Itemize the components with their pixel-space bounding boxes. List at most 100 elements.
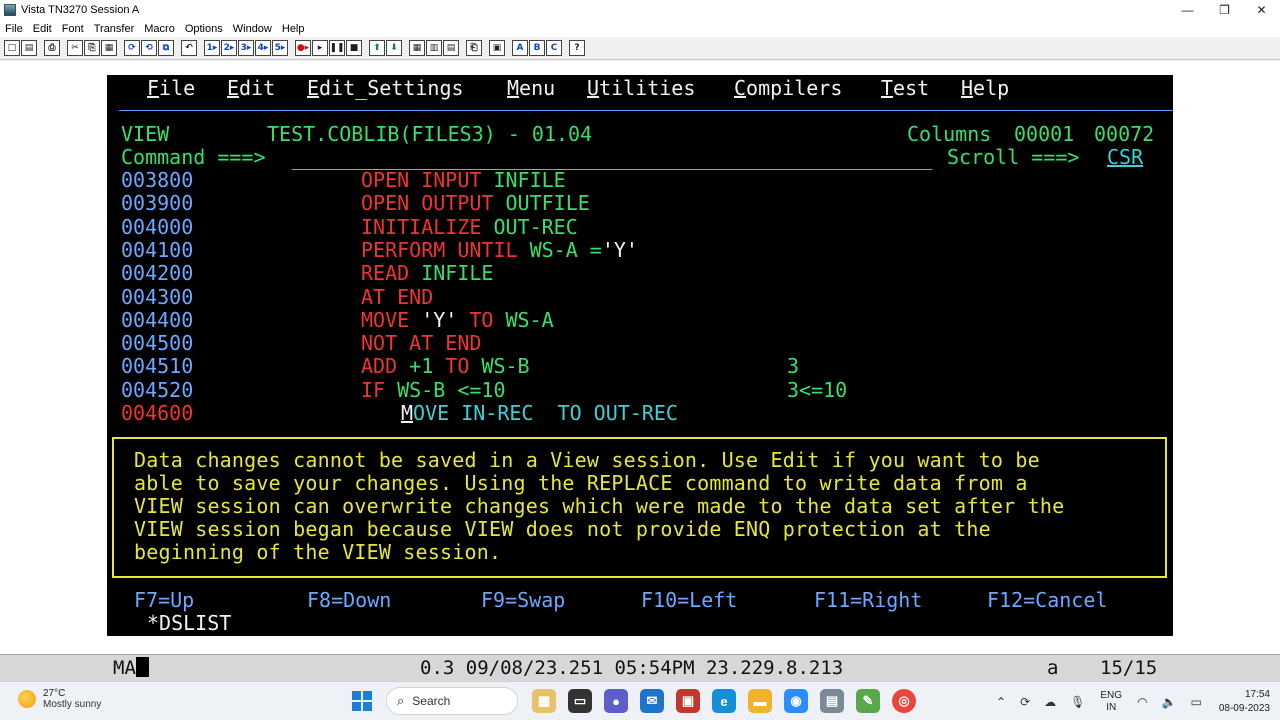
menu-edit[interactable]: Edit (33, 23, 52, 35)
toolbar-button-icon[interactable]: ■ (346, 40, 362, 56)
microphone-icon[interactable]: 🎙 (1070, 695, 1085, 709)
toolbar-button-icon[interactable]: A (512, 40, 528, 56)
fkey-f10-left[interactable]: F10=Left (641, 588, 737, 612)
edge-icon[interactable]: e (712, 689, 736, 713)
toolbar-button-icon[interactable]: ⬇ (386, 40, 402, 56)
code-line[interactable]: 003900 OPEN OUTPUT OUTFILE (107, 191, 1173, 215)
fkey-f9-swap[interactable]: F9=Swap (481, 588, 565, 612)
task-view-icon[interactable]: ▭ (568, 689, 592, 713)
chrome-icon[interactable]: ◎ (892, 689, 916, 713)
toolbar-button-icon[interactable]: ⎙ (44, 40, 60, 56)
ispf-menu-edit-settings[interactable]: Edit_Settings (307, 76, 464, 100)
fkey-f7-up[interactable]: F7=Up (134, 588, 194, 612)
toolbar-button-icon[interactable]: □ (4, 40, 20, 56)
toolbar-button-icon[interactable]: B (529, 40, 545, 56)
toolbar-button-icon[interactable]: 3▸ (238, 40, 254, 56)
code-line[interactable]: 003800 OPEN INPUT INFILE (107, 168, 1173, 192)
toolbar-button-icon[interactable]: 4▸ (255, 40, 271, 56)
close-button[interactable]: ✕ (1243, 0, 1280, 20)
sync-icon[interactable]: ⟳ (1020, 695, 1030, 709)
chevron-up-icon[interactable]: ⌃ (996, 695, 1006, 709)
toolbar-button-icon[interactable]: ▸ (312, 40, 328, 56)
toolbar-button-icon[interactable]: ▦ (409, 40, 425, 56)
code-line[interactable]: 004400 MOVE 'Y' TO WS-A (107, 308, 1173, 332)
file-explorer-icon[interactable]: ▬ (748, 689, 772, 713)
toolbar-button-icon[interactable]: ↶ (181, 40, 197, 56)
widgets-icon[interactable]: ▦ (532, 689, 556, 713)
menu-file[interactable]: File (5, 23, 23, 35)
windows-start-icon[interactable] (352, 691, 372, 711)
line-number[interactable]: 004600 (121, 401, 193, 425)
line-number[interactable]: 004200 (121, 261, 193, 285)
toolbar-button-icon[interactable]: ⬆ (369, 40, 385, 56)
zoom-icon[interactable]: ◉ (784, 689, 808, 713)
toolbar-button-icon[interactable]: ⎘ (84, 40, 100, 56)
toolbar-button-icon[interactable]: ⟳ (124, 40, 140, 56)
weather-widget[interactable]: 27°C Mostly sunny (18, 688, 101, 710)
ispf-menu-utilities[interactable]: Utilities (587, 76, 695, 100)
fkey-f12-cancel[interactable]: F12=Cancel (987, 588, 1107, 612)
fkey-f8-down[interactable]: F8=Down (307, 588, 391, 612)
scroll-value-field[interactable]: CSR (1107, 145, 1143, 169)
menu-macro[interactable]: Macro (144, 23, 175, 35)
code-line[interactable]: 004500 NOT AT END (107, 331, 1173, 355)
line-number[interactable]: 004100 (121, 238, 193, 262)
code-line[interactable]: 004200 READ INFILE (107, 261, 1173, 285)
menu-window[interactable]: Window (233, 23, 272, 35)
line-number[interactable]: 004000 (121, 215, 193, 239)
code-line[interactable]: 004100 PERFORM UNTIL WS-A ='Y' (107, 238, 1173, 262)
ispf-menu-help[interactable]: Help (961, 76, 1009, 100)
toolbar-button-icon[interactable]: ❚❚ (329, 40, 345, 56)
chat-icon[interactable]: ● (604, 689, 628, 713)
volume-icon[interactable]: 🔈 (1162, 695, 1177, 709)
toolbar-button-icon[interactable]: ⧉ (158, 40, 174, 56)
menu-help[interactable]: Help (282, 23, 305, 35)
toolbar-button-icon[interactable]: ▥ (426, 40, 442, 56)
toolbar-button-icon[interactable]: 5▸ (272, 40, 288, 56)
line-number[interactable]: 004520 (121, 378, 193, 402)
language-indicator[interactable]: ENG IN (1100, 690, 1122, 714)
battery-icon[interactable]: ▭ (1191, 695, 1202, 709)
ispf-menu-file[interactable]: File (147, 76, 195, 100)
maximize-button[interactable]: ❐ (1206, 0, 1243, 20)
code-line[interactable]: 004300 AT END (107, 285, 1173, 309)
toolbar-button-icon[interactable]: ▤ (443, 40, 459, 56)
code-line[interactable]: 004000 INITIALIZE OUT-REC (107, 215, 1173, 239)
code-line[interactable]: 004520 IF WS-B <=10 3<=10 (107, 378, 1173, 402)
toolbar-button-icon[interactable]: C (546, 40, 562, 56)
code-line[interactable]: 004600 MOVE IN-REC TO OUT-REC (107, 401, 1173, 425)
toolbar-button-icon[interactable]: ✂ (67, 40, 83, 56)
fkey-f11-right[interactable]: F11=Right (814, 588, 922, 612)
toolbar-button-icon[interactable]: ▤ (21, 40, 37, 56)
line-number[interactable]: 003900 (121, 191, 193, 215)
minimize-button[interactable]: — (1169, 0, 1206, 20)
dslist-shortcut[interactable]: *DSLIST (147, 611, 231, 635)
tn3270-app-icon[interactable]: ▤ (820, 689, 844, 713)
store-icon[interactable]: ▣ (676, 689, 700, 713)
line-number[interactable]: 004300 (121, 285, 193, 309)
menu-font[interactable]: Font (62, 23, 84, 35)
notepad-icon[interactable]: ✎ (856, 689, 880, 713)
onedrive-icon[interactable]: ☁ (1044, 695, 1056, 709)
line-number[interactable]: 004510 (121, 355, 193, 379)
clock[interactable]: 17:54 08-09-2023 (1219, 688, 1270, 716)
line-number[interactable]: 004400 (121, 308, 193, 332)
toolbar-button-icon[interactable]: ⎗ (466, 40, 482, 56)
taskbar-search[interactable]: ⌕ Search (386, 687, 518, 715)
ispf-menu-menu[interactable]: Menu (507, 76, 555, 100)
toolbar-button-icon[interactable]: ▣ (489, 40, 505, 56)
ispf-menu-compilers[interactable]: Compilers (734, 76, 842, 100)
menu-options[interactable]: Options (185, 23, 223, 35)
toolbar-button-icon[interactable]: ⟲ (141, 40, 157, 56)
line-number[interactable]: 004500 (121, 331, 193, 355)
code-line[interactable]: 004510 ADD +1 TO WS-B 3 (107, 355, 1173, 379)
terminal-screen[interactable]: File Edit Edit_Settings Menu Utilities C… (107, 75, 1173, 636)
menu-transfer[interactable]: Transfer (94, 23, 135, 35)
toolbar-button-icon[interactable]: 2▸ (221, 40, 237, 56)
ispf-menu-test[interactable]: Test (881, 76, 929, 100)
wifi-icon[interactable]: ◠ (1137, 695, 1147, 709)
toolbar-button-icon[interactable]: ●▸ (295, 40, 311, 56)
toolbar-button-icon[interactable]: ? (569, 40, 585, 56)
ispf-menu-edit[interactable]: Edit (227, 76, 275, 100)
mail-icon[interactable]: ✉ (640, 689, 664, 713)
